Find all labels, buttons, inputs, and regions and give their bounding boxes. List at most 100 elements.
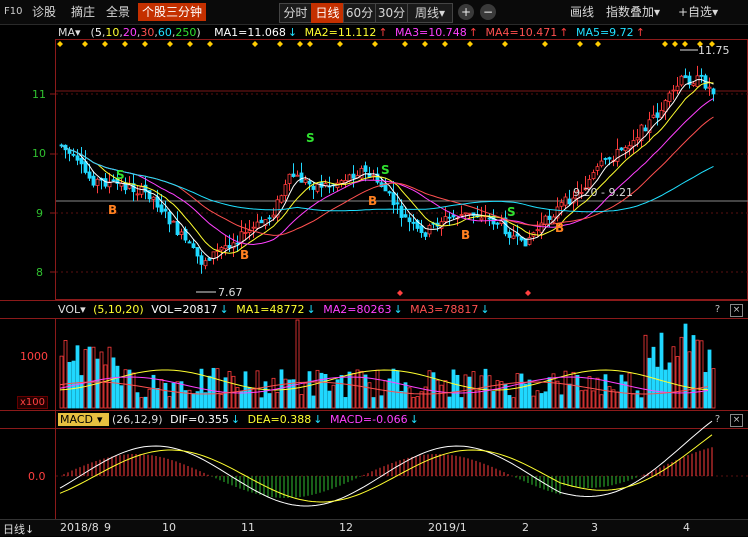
ma4-arrow-icon: ↑ [559, 26, 569, 39]
candlestick [167, 211, 172, 225]
volume-bar [259, 397, 264, 409]
volume-bar [331, 384, 336, 409]
candlestick [679, 75, 684, 86]
ma2-arrow-icon: ↑ [378, 26, 388, 39]
buy-signal: B [240, 248, 250, 262]
volume-bar [235, 387, 240, 409]
volume-bar [219, 394, 224, 409]
volume-bar [443, 380, 448, 409]
macd-indicator-menu[interactable]: MACD ▾ [58, 413, 109, 426]
volume-bar [483, 368, 488, 409]
vol-arrow-icon: ↓ [219, 303, 229, 316]
candlestick [303, 179, 308, 183]
candlestick [559, 202, 564, 207]
date-label: 10 [162, 521, 176, 534]
candlestick [595, 166, 600, 171]
volume-bar [647, 357, 652, 409]
volume-bar [471, 371, 476, 409]
ma1-value: MA1=11.068 [214, 26, 286, 39]
vol-value: VOL=20817 [151, 303, 218, 316]
volume-bar [107, 346, 112, 409]
volume-bar [663, 369, 668, 409]
candlestick [219, 247, 224, 251]
candlestick [71, 153, 76, 156]
event-marker-icon [82, 41, 88, 47]
volume-bar [271, 377, 276, 409]
macd-help-button[interactable]: ? [712, 414, 723, 425]
event-marker-icon [422, 41, 428, 47]
candlestick [227, 245, 232, 249]
candlestick [283, 184, 288, 196]
ma-indicator-menu[interactable]: MA▾ [58, 26, 81, 39]
event-marker-icon [577, 41, 583, 47]
volume-bar [115, 365, 120, 409]
volume-bar [135, 392, 140, 409]
vol-ma1-arrow-icon: ↓ [306, 303, 316, 316]
volume-bar [687, 351, 692, 409]
volume-bar [399, 390, 404, 409]
candlestick [667, 92, 672, 103]
candlestick [599, 160, 604, 167]
volume-bar [311, 395, 316, 409]
volume-bar [351, 373, 356, 409]
candlestick [287, 173, 292, 184]
vol-close-button[interactable]: × [730, 304, 743, 317]
volume-bar [543, 391, 548, 409]
volume-bar [711, 368, 716, 409]
date-label: 11 [241, 521, 255, 534]
volume-bar [307, 371, 312, 409]
candlestick [591, 172, 596, 179]
volume-bar [359, 370, 364, 409]
date-label: 9 [104, 521, 111, 534]
volume-bar [671, 346, 676, 409]
volume-bar [667, 362, 672, 409]
kline-chart-canvas[interactable] [0, 0, 748, 535]
event-marker-icon [207, 41, 213, 47]
candlestick [463, 212, 468, 215]
volume-bar [679, 336, 684, 409]
candlestick [411, 221, 416, 224]
candlestick [67, 149, 72, 154]
macd-close-button[interactable]: × [730, 414, 743, 427]
volume-bar [571, 371, 576, 409]
candlestick [407, 217, 412, 223]
volume-bar [631, 393, 636, 409]
candlestick [83, 161, 88, 173]
volume-bar [179, 381, 184, 409]
volume-bar [91, 346, 96, 409]
candlestick [651, 114, 656, 118]
candlestick [87, 171, 92, 179]
vol-axis-label: 1000 [20, 350, 48, 363]
candlestick [627, 145, 632, 150]
candlestick [75, 155, 80, 161]
event-marker-icon [122, 41, 128, 47]
vol-help-button[interactable]: ? [712, 304, 723, 315]
candlestick [159, 204, 164, 213]
event-marker-icon [525, 290, 531, 296]
candlestick [111, 179, 116, 182]
volume-bar [147, 388, 152, 409]
volume-bar [87, 346, 92, 409]
volume-bar [555, 380, 560, 409]
vol-ma2-value: MA2=80263 [323, 303, 392, 316]
candlestick [683, 75, 688, 79]
volume-bar [315, 369, 320, 409]
event-marker-icon [672, 41, 678, 47]
candlestick [523, 238, 528, 247]
candlestick [199, 255, 204, 265]
high-price-annotation: 11.75 [698, 44, 730, 57]
vol-indicator-menu[interactable]: VOL▾ [58, 303, 86, 316]
ma-param-10: 10 [105, 26, 120, 39]
volume-bar [535, 390, 540, 409]
candlestick [691, 83, 696, 86]
vol-ma3-arrow-icon: ↓ [480, 303, 490, 316]
vol-ma1-value: MA1=48772 [236, 303, 305, 316]
price-axis-label: 10 [32, 147, 46, 160]
volume-bar [507, 395, 512, 409]
event-marker-icon [542, 41, 548, 47]
sell-signal: S [116, 168, 125, 182]
volume-bar [439, 384, 444, 409]
volume-bar [251, 387, 256, 409]
candlestick [187, 241, 192, 244]
candlestick [351, 173, 356, 179]
